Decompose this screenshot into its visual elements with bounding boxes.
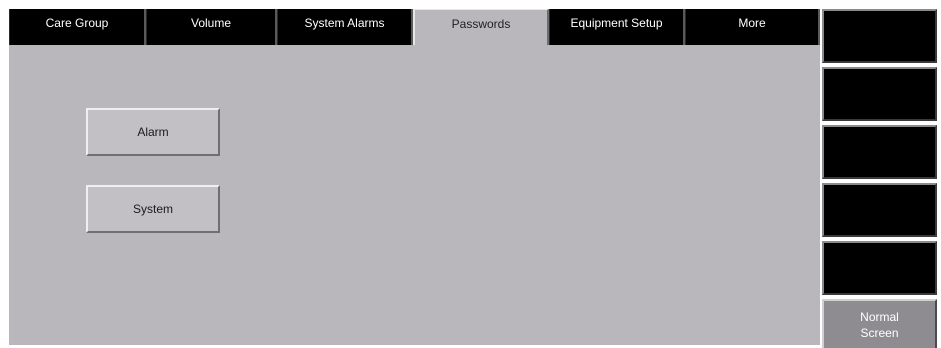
softkey-1[interactable] xyxy=(822,9,937,63)
tab-care-group[interactable]: Care Group xyxy=(9,9,146,45)
tab-passwords[interactable]: Passwords xyxy=(413,9,549,46)
passwords-content: Alarm System xyxy=(9,45,820,345)
tab-more[interactable]: More xyxy=(685,9,820,45)
tab-label: Passwords xyxy=(451,17,511,31)
normal-screen-button[interactable]: Normal Screen xyxy=(822,299,937,348)
main-panel: Care Group Volume System Alarms Password… xyxy=(9,9,820,345)
system-password-button[interactable]: System xyxy=(86,185,220,233)
softkey-5[interactable] xyxy=(822,241,937,295)
tab-volume[interactable]: Volume xyxy=(146,9,277,45)
tab-label: Equipment Setup xyxy=(570,16,663,30)
tab-label: More xyxy=(738,16,766,30)
normal-screen-label-line2: Screen xyxy=(860,325,899,340)
button-label: Alarm xyxy=(137,125,169,139)
tab-equipment-setup[interactable]: Equipment Setup xyxy=(549,9,685,45)
softkey-column: Normal Screen xyxy=(822,9,937,348)
softkey-2[interactable] xyxy=(822,67,937,121)
tab-bar: Care Group Volume System Alarms Password… xyxy=(9,9,820,46)
tab-label: Care Group xyxy=(45,16,109,30)
softkey-4[interactable] xyxy=(822,183,937,237)
alarm-password-button[interactable]: Alarm xyxy=(86,108,220,156)
softkey-3[interactable] xyxy=(822,125,937,179)
button-label: System xyxy=(132,202,173,216)
tab-label: System Alarms xyxy=(304,16,385,30)
monitor-screen: Care Group Volume System Alarms Password… xyxy=(0,0,941,348)
normal-screen-label-line1: Normal xyxy=(860,309,899,324)
tab-system-alarms[interactable]: System Alarms xyxy=(277,9,413,45)
tab-label: Volume xyxy=(190,16,232,30)
